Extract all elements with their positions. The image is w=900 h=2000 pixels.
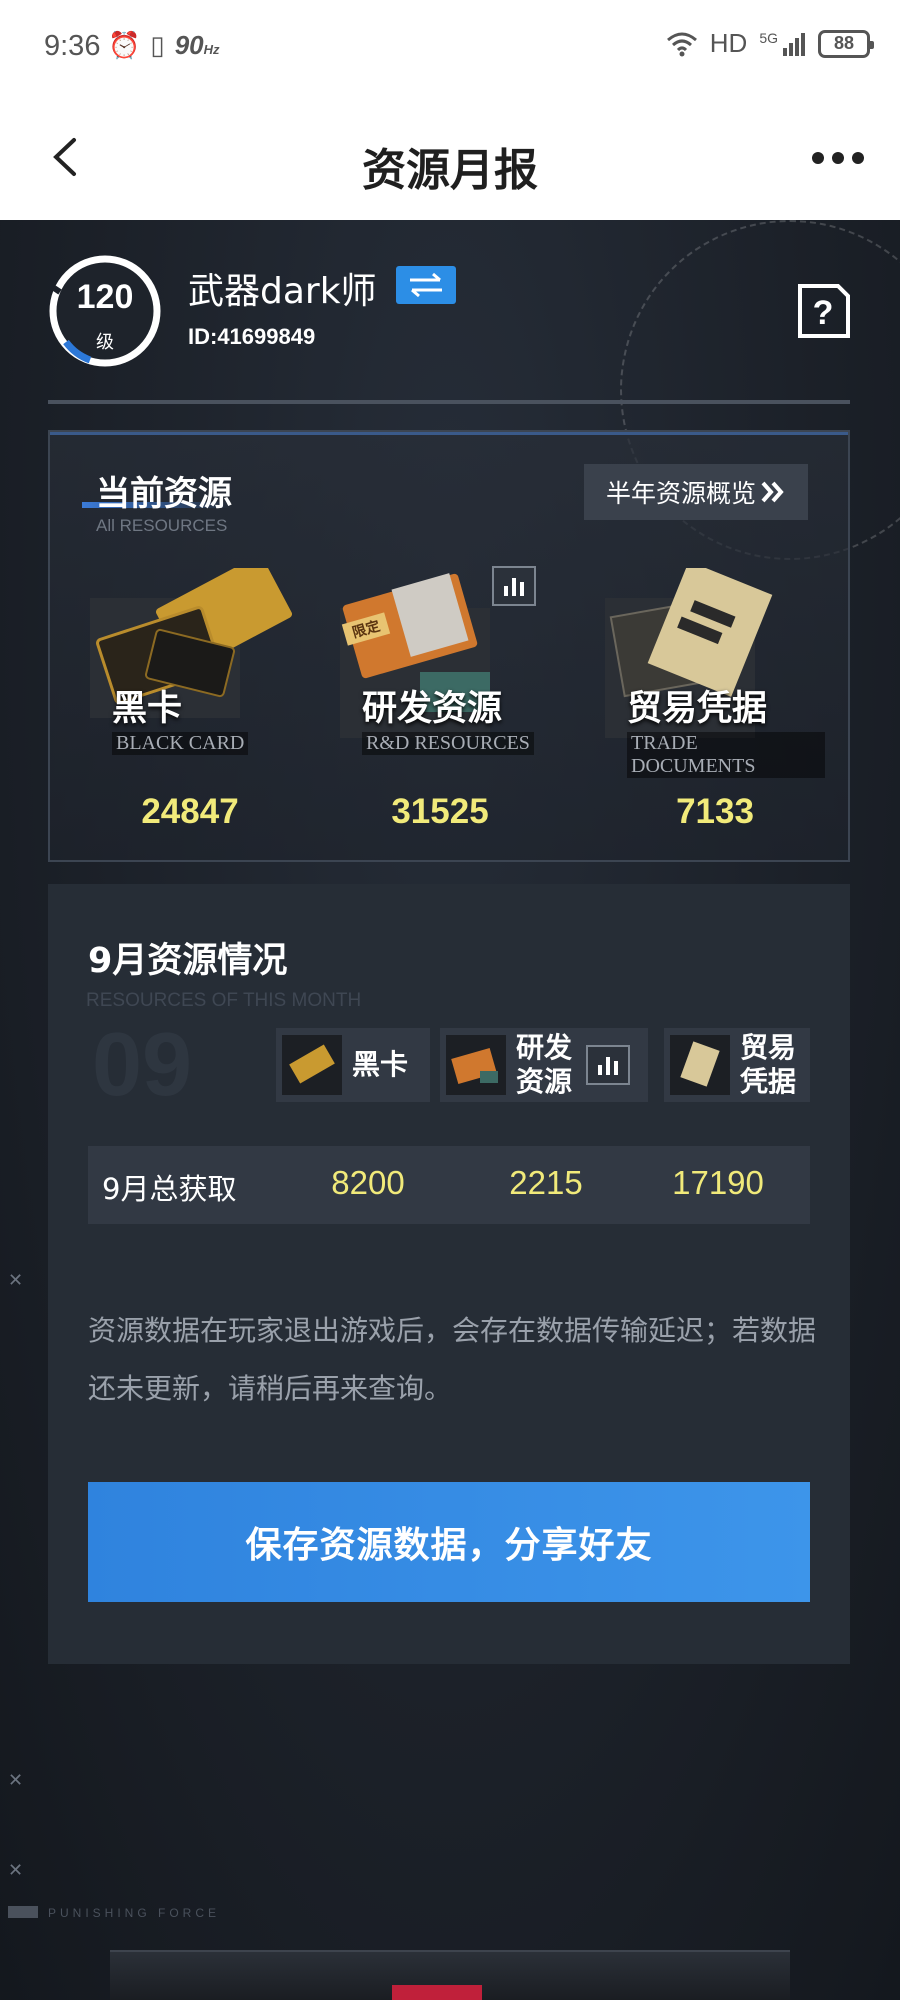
status-bar: 9:36 ⏰ ▯ 90Hz HD 5G 88	[0, 0, 900, 96]
switch-account-icon	[410, 272, 442, 298]
month-total-rd: 2215	[509, 1164, 583, 1201]
double-chevron-icon	[761, 481, 784, 503]
refresh-unit: Hz	[203, 42, 220, 57]
signal-label: 5G	[759, 29, 778, 46]
month-resources-panel: 9月资源情况 RESOURCES OF THIS MONTH 09 黑卡 研发资…	[48, 884, 850, 1664]
bottom-red-accent	[392, 1985, 482, 2000]
column-header-rd: 研发 资源	[440, 1028, 648, 1102]
resource-value: 31525	[391, 792, 489, 831]
current-resources-subtitle: All RESOURCES	[96, 516, 228, 535]
status-time: 9:36	[44, 30, 101, 62]
brand-bar	[8, 1906, 38, 1918]
current-resources-panel: 当前资源 All RESOURCES 半年资源概览 黑卡 BLACK CARD …	[48, 430, 850, 862]
month-total-black-card: 8200	[331, 1164, 405, 1201]
save-share-button[interactable]: 保存资源数据，分享好友	[88, 1482, 810, 1602]
current-resources-title: 当前资源	[96, 474, 232, 514]
resource-trade-documents[interactable]: 贸易凭据 TRADE DOCUMENTS 7133	[605, 568, 825, 838]
stats-chart-icon[interactable]	[492, 566, 536, 606]
month-total-trade: 17190	[672, 1164, 764, 1201]
resource-name-en: BLACK CARD	[112, 732, 249, 755]
column-header-trade: 贸易 凭据	[664, 1028, 810, 1102]
month-total-row: 9月总获取 8200 2215 17190	[88, 1146, 810, 1224]
username: 武器dark师	[188, 271, 377, 312]
level-number: 120	[76, 278, 134, 316]
alarm-icon: ⏰	[108, 30, 141, 60]
brand-text: PUNISHING FORCE	[48, 1906, 221, 1920]
half-year-overview-button[interactable]: 半年资源概览	[584, 464, 808, 520]
resource-rd[interactable]: 限定 研发资源 R&D RESOURCES 31525	[340, 566, 560, 838]
month-title: 9月资源情况	[88, 941, 288, 981]
resource-name-en: R&D RESOURCES	[362, 732, 534, 755]
app-header: 资源月报	[0, 96, 900, 220]
refresh-rate: 90	[174, 30, 204, 60]
level-label: 级	[96, 332, 114, 353]
wifi-icon	[666, 32, 697, 56]
stats-chart-icon[interactable]	[586, 1045, 631, 1085]
resource-name: 研发资源	[362, 689, 503, 729]
resource-value: 24847	[141, 792, 239, 831]
rd-resource-thumb	[446, 1035, 506, 1095]
resource-value: 7133	[676, 792, 754, 831]
resource-name: 黑卡	[112, 689, 183, 729]
svg-text:?: ?	[813, 294, 834, 332]
user-id: ID:41699849	[188, 324, 316, 349]
month-big-number: 09	[92, 1015, 193, 1115]
signal-icon	[783, 32, 805, 56]
decorative-mark: ✕	[8, 1270, 24, 1291]
battery-indicator: 88	[818, 29, 874, 58]
decorative-mark: ✕	[8, 1860, 24, 1881]
decorative-mark: ✕	[8, 1770, 24, 1791]
more-dots-icon[interactable]	[812, 152, 864, 164]
month-total-label: 9月总获取	[102, 1172, 237, 1206]
resource-name: 贸易凭据	[627, 689, 768, 729]
black-card-thumb	[282, 1035, 342, 1095]
network-label: HD	[709, 28, 748, 58]
help-icon[interactable]: ?	[794, 282, 852, 340]
trade-documents-thumb	[670, 1035, 730, 1095]
month-subtitle: RESOURCES OF THIS MONTH	[86, 990, 362, 1011]
vibrate-icon: ▯	[150, 30, 165, 60]
switch-account-button[interactable]	[396, 266, 456, 304]
profile-divider	[48, 400, 850, 404]
data-delay-notice: 资源数据在玩家退出游戏后，会存在数据传输延迟；若数据还未更新，请稍后再来查询。	[88, 1314, 817, 1405]
page-title: 资源月报	[362, 145, 538, 196]
column-header-black-card: 黑卡	[276, 1028, 430, 1102]
resource-name-en: TRADE DOCUMENTS	[627, 732, 825, 778]
resource-black-card[interactable]: 黑卡 BLACK CARD 24847	[90, 568, 310, 838]
